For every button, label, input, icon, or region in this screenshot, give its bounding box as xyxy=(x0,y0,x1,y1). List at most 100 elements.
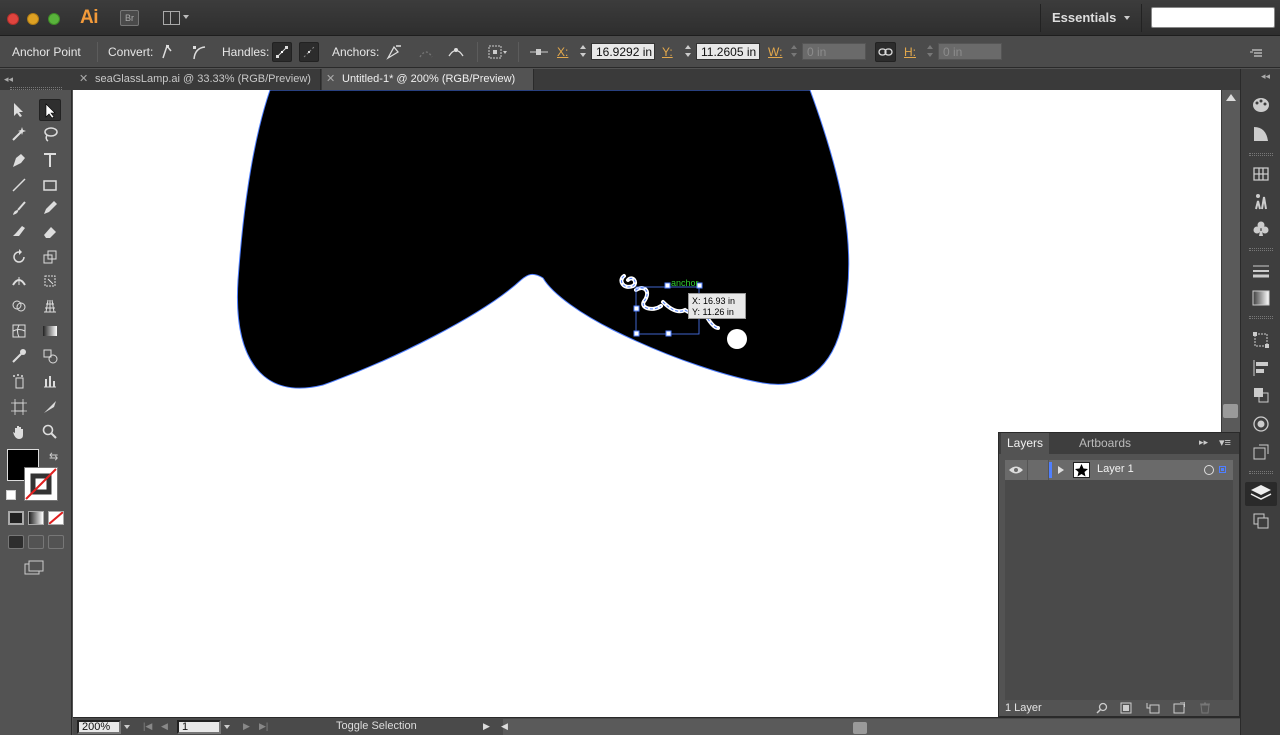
perspective-grid-tool[interactable] xyxy=(39,295,61,317)
gradient-mode-button[interactable] xyxy=(28,511,44,525)
chevron-down-icon[interactable] xyxy=(1124,16,1130,20)
arrange-documents-button[interactable] xyxy=(163,10,189,26)
lock-toggle[interactable] xyxy=(1027,460,1049,480)
appearance-panel-button[interactable] xyxy=(1251,414,1271,434)
artwork-black-shape[interactable] xyxy=(236,90,850,389)
pen-tool[interactable] xyxy=(8,149,30,171)
control-panel-menu-button[interactable] xyxy=(1248,43,1266,61)
gradient-panel-button[interactable] xyxy=(1251,288,1271,308)
column-graph-tool[interactable] xyxy=(39,370,61,392)
artboard-number-field[interactable] xyxy=(177,720,221,734)
magic-wand-tool[interactable] xyxy=(8,123,30,145)
collapse-panel-icon[interactable]: ▸▸ xyxy=(1199,437,1208,448)
y-stepper[interactable] xyxy=(684,43,693,60)
layer-row[interactable]: Layer 1 xyxy=(1005,460,1233,480)
isolate-selection-button[interactable] xyxy=(487,43,507,61)
w-stepper[interactable] xyxy=(790,43,799,60)
line-segment-tool[interactable] xyxy=(8,174,30,196)
screen-mode-button[interactable] xyxy=(24,560,44,576)
hide-handles-button[interactable] xyxy=(299,42,319,62)
scroll-left-icon[interactable]: ◀ xyxy=(501,721,508,732)
draw-normal-button[interactable] xyxy=(8,535,24,549)
panel-grip[interactable] xyxy=(10,87,62,90)
artboard-tool[interactable] xyxy=(8,396,30,418)
rectangle-tool[interactable] xyxy=(39,174,61,196)
cut-path-button[interactable] xyxy=(447,43,465,61)
convert-to-corner-button[interactable] xyxy=(158,43,176,61)
panel-menu-icon[interactable]: ▾≡ xyxy=(1219,436,1231,449)
shape-builder-tool[interactable] xyxy=(8,295,30,317)
close-icon[interactable]: ✕ xyxy=(326,69,335,90)
paintbrush-tool[interactable] xyxy=(8,197,30,219)
direct-selection-tool[interactable] xyxy=(39,99,61,121)
swatches-panel-button[interactable] xyxy=(1251,164,1271,184)
color-mode-button[interactable] xyxy=(8,511,24,525)
locate-object-button[interactable] xyxy=(1096,702,1108,714)
color-guide-panel-button[interactable] xyxy=(1251,124,1271,144)
connect-anchors-button[interactable] xyxy=(417,43,435,61)
selection-indicator[interactable] xyxy=(1219,466,1226,473)
w-field[interactable] xyxy=(802,43,866,60)
eyedropper-tool[interactable] xyxy=(8,345,30,367)
close-icon[interactable]: ✕ xyxy=(79,69,88,90)
last-artboard-icon[interactable]: ▶| xyxy=(259,721,268,732)
pencil-tool[interactable] xyxy=(39,197,61,219)
x-field[interactable] xyxy=(591,43,655,60)
expand-triangle-icon[interactable] xyxy=(1058,466,1064,474)
delete-layer-button[interactable] xyxy=(1199,702,1211,714)
h-field[interactable] xyxy=(938,43,1002,60)
swap-fill-stroke-icon[interactable]: ⇆ xyxy=(49,450,58,463)
make-clipping-mask-button[interactable] xyxy=(1120,702,1132,714)
width-tool[interactable] xyxy=(8,270,30,292)
tab-artboards[interactable]: Artboards xyxy=(1073,433,1137,454)
align-panel-button[interactable] xyxy=(1251,358,1271,378)
help-search-input[interactable] xyxy=(1151,7,1275,28)
transform-panel-button[interactable] xyxy=(1251,330,1271,350)
h-stepper[interactable] xyxy=(926,43,935,60)
status-menu-icon[interactable]: ▶ xyxy=(483,721,490,732)
workspace-switcher[interactable]: Essentials xyxy=(1052,10,1116,25)
artboard-dropdown-icon[interactable] xyxy=(224,725,230,729)
hand-tool[interactable] xyxy=(8,421,30,443)
pathfinder-panel-button[interactable] xyxy=(1251,385,1271,405)
tab-untitled-1[interactable]: ✕ Untitled-1* @ 200% (RGB/Preview) xyxy=(322,69,534,90)
symbols-panel-button[interactable] xyxy=(1251,219,1271,239)
tab-layers[interactable]: Layers xyxy=(1001,433,1050,454)
create-new-layer-button[interactable] xyxy=(1173,701,1186,714)
slice-tool[interactable] xyxy=(39,396,61,418)
scroll-up-icon[interactable] xyxy=(1226,94,1236,101)
previous-artboard-icon[interactable]: ◀ xyxy=(161,721,168,732)
collapse-panels-icon[interactable]: ◂◂ xyxy=(4,74,13,85)
next-artboard-icon[interactable]: ▶ xyxy=(243,721,250,732)
horizontal-scroll-thumb[interactable] xyxy=(853,722,867,734)
align-options-button[interactable] xyxy=(528,43,548,61)
target-circle-icon[interactable] xyxy=(1204,465,1214,475)
zoom-dropdown-icon[interactable] xyxy=(124,725,130,729)
zoom-tool[interactable] xyxy=(39,421,61,443)
bridge-button[interactable]: Br xyxy=(120,10,139,26)
free-transform-tool[interactable] xyxy=(39,270,61,292)
draw-inside-button[interactable] xyxy=(48,535,64,549)
blob-brush-tool[interactable] xyxy=(8,221,30,243)
tab-seaglasslamp[interactable]: ✕ seaGlassLamp.ai @ 33.33% (RGB/Preview) xyxy=(75,69,321,90)
layers-panel-button[interactable] xyxy=(1245,482,1277,506)
show-handles-button[interactable] xyxy=(272,42,292,62)
eraser-tool[interactable] xyxy=(39,221,61,243)
none-mode-button[interactable] xyxy=(48,511,64,525)
type-tool[interactable] xyxy=(39,149,61,171)
mesh-tool[interactable] xyxy=(8,320,30,342)
x-stepper[interactable] xyxy=(579,43,588,60)
stroke-panel-button[interactable] xyxy=(1251,261,1271,281)
zoom-level-field[interactable] xyxy=(77,720,121,734)
default-fill-stroke-icon[interactable] xyxy=(6,490,16,500)
close-window-button[interactable] xyxy=(7,13,19,25)
scale-tool[interactable] xyxy=(39,246,61,268)
draw-behind-button[interactable] xyxy=(28,535,44,549)
y-field[interactable] xyxy=(696,43,760,60)
expand-panels-icon[interactable]: ◂◂ xyxy=(1261,71,1270,82)
maximize-window-button[interactable] xyxy=(48,13,60,25)
eye-icon[interactable] xyxy=(1007,463,1025,477)
gradient-tool[interactable] xyxy=(39,320,61,342)
lasso-tool[interactable] xyxy=(39,123,61,145)
blend-tool[interactable] xyxy=(39,345,61,367)
